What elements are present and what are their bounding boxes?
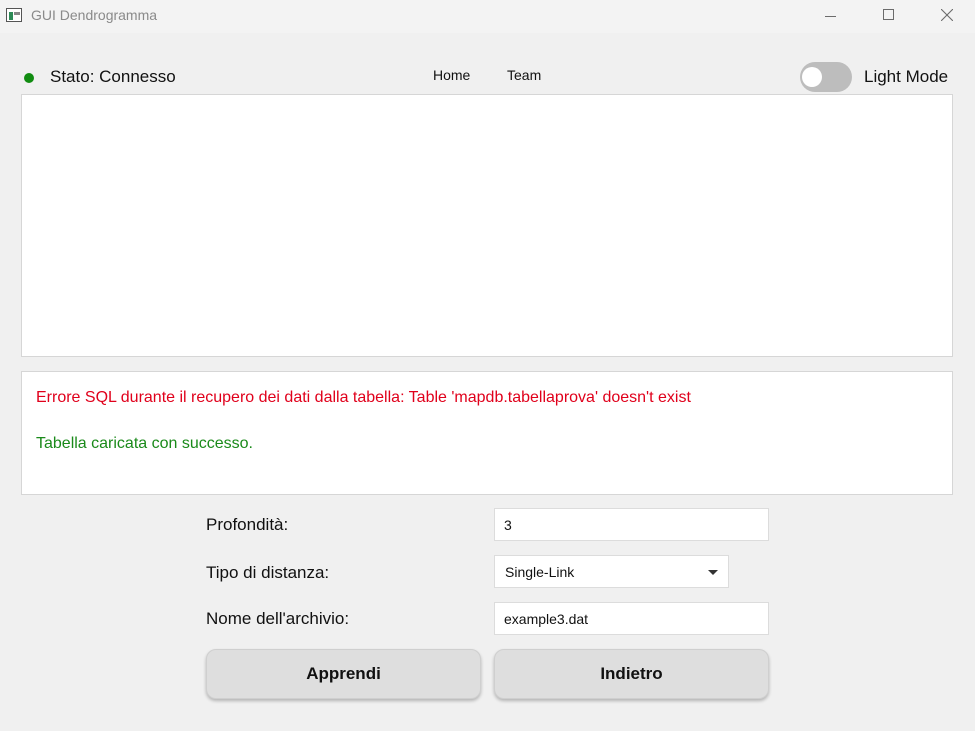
distance-type-label: Tipo di distanza:: [206, 563, 330, 582]
toggle-knob: [802, 67, 822, 87]
connection-status: Stato: Connesso: [50, 67, 176, 86]
archive-name-input[interactable]: [494, 602, 769, 635]
depth-input[interactable]: [494, 508, 769, 541]
theme-toggle[interactable]: [800, 62, 852, 92]
distance-type-select[interactable]: Single-Link: [494, 555, 729, 588]
nav-home-link[interactable]: Home: [433, 67, 470, 83]
window-title: GUI Dendrogramma: [31, 7, 158, 23]
title-bar: GUI Dendrogramma: [0, 0, 975, 33]
app-window: GUI Dendrogramma Stato: Connesso Home Te…: [0, 0, 975, 731]
depth-label: Profondità:: [206, 515, 289, 534]
chevron-down-icon: [708, 570, 718, 575]
close-icon: [941, 9, 953, 21]
nav-team-link[interactable]: Team: [507, 67, 541, 83]
success-message: Tabella caricata con successo.: [36, 435, 253, 452]
message-log-panel: Errore SQL durante il recupero dei dati …: [21, 371, 953, 495]
status-indicator-dot: [24, 73, 34, 83]
theme-mode-label: Light Mode: [864, 67, 949, 86]
learn-button[interactable]: Apprendi: [206, 649, 481, 699]
back-button[interactable]: Indietro: [494, 649, 769, 699]
app-icon: [6, 8, 22, 22]
dendrogram-display-area: [21, 94, 953, 357]
archive-name-label: Nome dell'archivio:: [206, 609, 350, 628]
error-message: Errore SQL durante il recupero dei dati …: [36, 389, 691, 406]
minimize-button[interactable]: [807, 0, 853, 33]
close-button[interactable]: [923, 0, 969, 33]
maximize-button[interactable]: [865, 0, 911, 33]
distance-type-value: Single-Link: [505, 564, 575, 580]
